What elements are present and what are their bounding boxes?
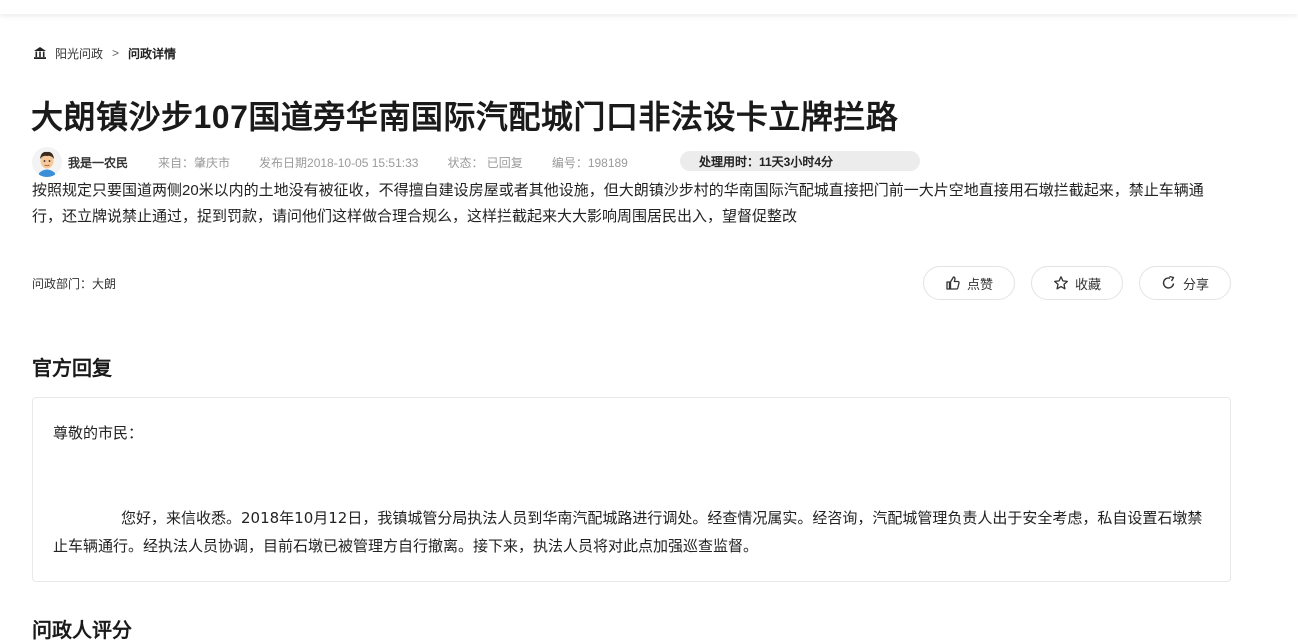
official-reply-heading: 官方回复	[32, 358, 112, 380]
share-label: 分享	[1182, 276, 1209, 292]
department-label: 问政部门：大朗	[32, 277, 117, 291]
rating-heading: 问政人评分	[32, 620, 132, 642]
avatar[interactable]	[32, 147, 62, 177]
processing-time-badge: 处理用时：11天3小时4分	[680, 151, 920, 171]
post-content: 按照规定只要国道两侧20米以内的土地没有被征收，不得擅自建设房屋或者其他设施，但…	[32, 182, 1204, 225]
favorite-button[interactable]: 收藏	[1031, 266, 1123, 300]
official-reply-box: 尊敬的市民： 您好，来信收悉。2018年10月12日，我镇城管分局执法人员到华南…	[32, 397, 1231, 582]
reply-body: 您好，来信收悉。2018年10月12日，我镇城管分局执法人员到华南汽配城路进行调…	[53, 509, 1203, 555]
breadcrumb-root-link[interactable]: 阳光问政	[55, 45, 103, 62]
publish-date: 发布日期2018-10-05 15:51:33	[259, 155, 419, 170]
top-bar	[0, 0, 1298, 14]
star-icon	[1054, 276, 1068, 290]
home-icon[interactable]	[33, 46, 47, 60]
reply-greeting: 尊敬的市民：	[53, 425, 144, 442]
post-number: 编号：198189	[551, 155, 628, 170]
share-icon	[1162, 275, 1175, 289]
source-city: 来自：肇庆市	[158, 155, 231, 170]
like-label: 点赞	[966, 276, 993, 292]
status-text: 状态： 已回复	[447, 155, 523, 170]
author-name[interactable]: 我是一农民	[68, 154, 128, 171]
breadcrumb-separator: >	[112, 46, 120, 60]
page-title: 大朗镇沙步107国道旁华南国际汽配城门口非法设卡立牌拦路	[31, 99, 899, 135]
breadcrumb: 阳光问政 > 问政详情	[33, 44, 176, 62]
share-button[interactable]: 分享	[1139, 266, 1231, 300]
post-meta: 我是一农民 来自：肇庆市 发布日期2018-10-05 15:51:33 状态：…	[32, 146, 657, 178]
favorite-label: 收藏	[1074, 276, 1101, 292]
thumbs-up-icon	[946, 276, 960, 290]
breadcrumb-current: 问政详情	[128, 46, 177, 61]
like-button[interactable]: 点赞	[923, 266, 1015, 300]
